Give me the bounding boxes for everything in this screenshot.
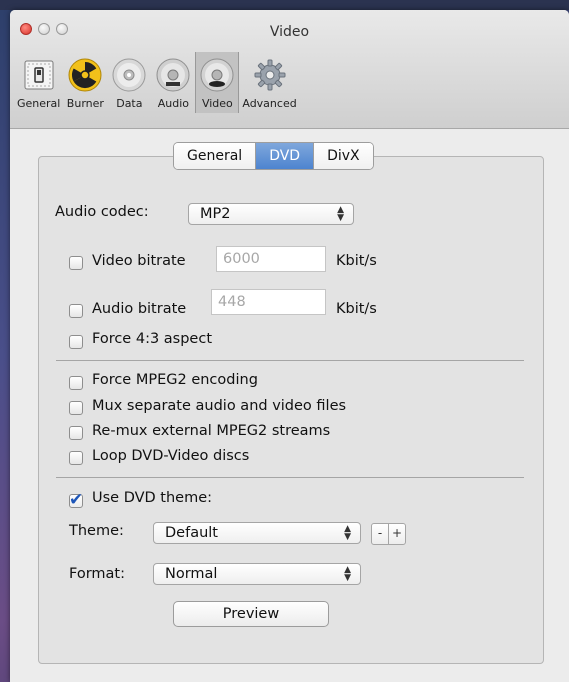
- toolbar-item-burner[interactable]: Burner: [63, 52, 107, 113]
- use-theme-label: Use DVD theme:: [92, 490, 213, 506]
- video-bitrate-input[interactable]: 6000: [216, 246, 326, 272]
- toolbar-label-data: Data: [116, 97, 143, 110]
- use-theme-checkbox[interactable]: [69, 490, 83, 510]
- force-aspect-checkbox[interactable]: [69, 335, 83, 349]
- titlebar: Video General Burner Data Audio Video Ad…: [10, 10, 569, 129]
- updown-arrows-icon: ▲ ▼: [344, 565, 351, 583]
- toolbar-label-general: General: [17, 97, 61, 110]
- audio-codec-value: MP2: [200, 206, 231, 222]
- tab-dvd[interactable]: DVD: [256, 143, 315, 169]
- audio-disc-icon: [154, 56, 192, 94]
- dvd-disc-icon: [198, 56, 236, 94]
- video-bitrate-label: Video bitrate: [92, 253, 186, 269]
- audio-bitrate-checkbox[interactable]: [69, 304, 83, 318]
- tab-bar: General DVD DivX: [173, 142, 374, 170]
- mux-separate-checkbox[interactable]: [69, 401, 83, 415]
- audio-codec-select[interactable]: MP2 ▲ ▼: [188, 203, 354, 225]
- audio-bitrate-label: Audio bitrate: [92, 301, 187, 317]
- audio-bitrate-unit: Kbit/s: [336, 301, 377, 317]
- toolbar-label-advanced: Advanced: [242, 97, 297, 110]
- format-select[interactable]: Normal ▲ ▼: [153, 563, 361, 585]
- theme-select[interactable]: Default ▲ ▼: [153, 522, 361, 544]
- remove-theme-button[interactable]: -: [372, 524, 389, 544]
- loop-discs-checkbox[interactable]: [69, 451, 83, 465]
- remux-external-label: Re-mux external MPEG2 streams: [92, 423, 331, 439]
- force-aspect-label: Force 4:3 aspect: [92, 331, 213, 347]
- theme-add-remove: - +: [371, 523, 406, 545]
- loop-discs-label: Loop DVD-Video discs: [92, 448, 250, 464]
- theme-value: Default: [165, 525, 218, 541]
- format-value: Normal: [165, 566, 218, 582]
- mux-separate-label: Mux separate audio and video files: [92, 398, 347, 414]
- window-title: Video: [269, 24, 310, 40]
- toolbar-label-burner: Burner: [66, 97, 104, 110]
- toolbar-label-audio: Audio: [157, 97, 189, 110]
- video-bitrate-checkbox[interactable]: [69, 256, 83, 270]
- preferences-window: Video General Burner Data Audio Video Ad…: [10, 10, 569, 682]
- video-bitrate-unit: Kbit/s: [336, 253, 377, 269]
- switch-icon: [20, 56, 58, 94]
- toolbar-item-general[interactable]: General: [14, 52, 63, 113]
- preferences-toolbar: General Burner Data Audio Video Advanced: [14, 52, 300, 113]
- audio-bitrate-input[interactable]: 448: [211, 289, 326, 315]
- toolbar-item-advanced[interactable]: Advanced: [239, 52, 299, 113]
- force-mpeg2-checkbox[interactable]: [69, 376, 83, 390]
- toolbar-item-audio[interactable]: Audio: [151, 52, 195, 113]
- updown-arrows-icon: ▲ ▼: [344, 524, 351, 542]
- disc-icon: [110, 56, 148, 94]
- theme-label: Theme:: [69, 523, 124, 539]
- tab-divx[interactable]: DivX: [314, 143, 373, 169]
- toolbar-label-video: Video: [201, 97, 233, 110]
- force-mpeg2-label: Force MPEG2 encoding: [92, 372, 258, 388]
- radiation-icon: [66, 56, 104, 94]
- format-label: Format:: [69, 566, 125, 582]
- remux-external-checkbox[interactable]: [69, 426, 83, 440]
- preview-button[interactable]: Preview: [173, 601, 329, 627]
- desktop-background: [0, 0, 569, 10]
- toolbar-item-data[interactable]: Data: [107, 52, 151, 113]
- add-theme-button[interactable]: +: [389, 524, 405, 544]
- updown-arrows-icon: ▲ ▼: [337, 205, 344, 223]
- separator: [56, 360, 524, 361]
- tab-general[interactable]: General: [174, 143, 257, 169]
- separator: [56, 477, 524, 478]
- audio-codec-label: Audio codec:: [55, 204, 149, 220]
- toolbar-item-video[interactable]: Video: [195, 52, 240, 113]
- gear-icon: [251, 56, 289, 94]
